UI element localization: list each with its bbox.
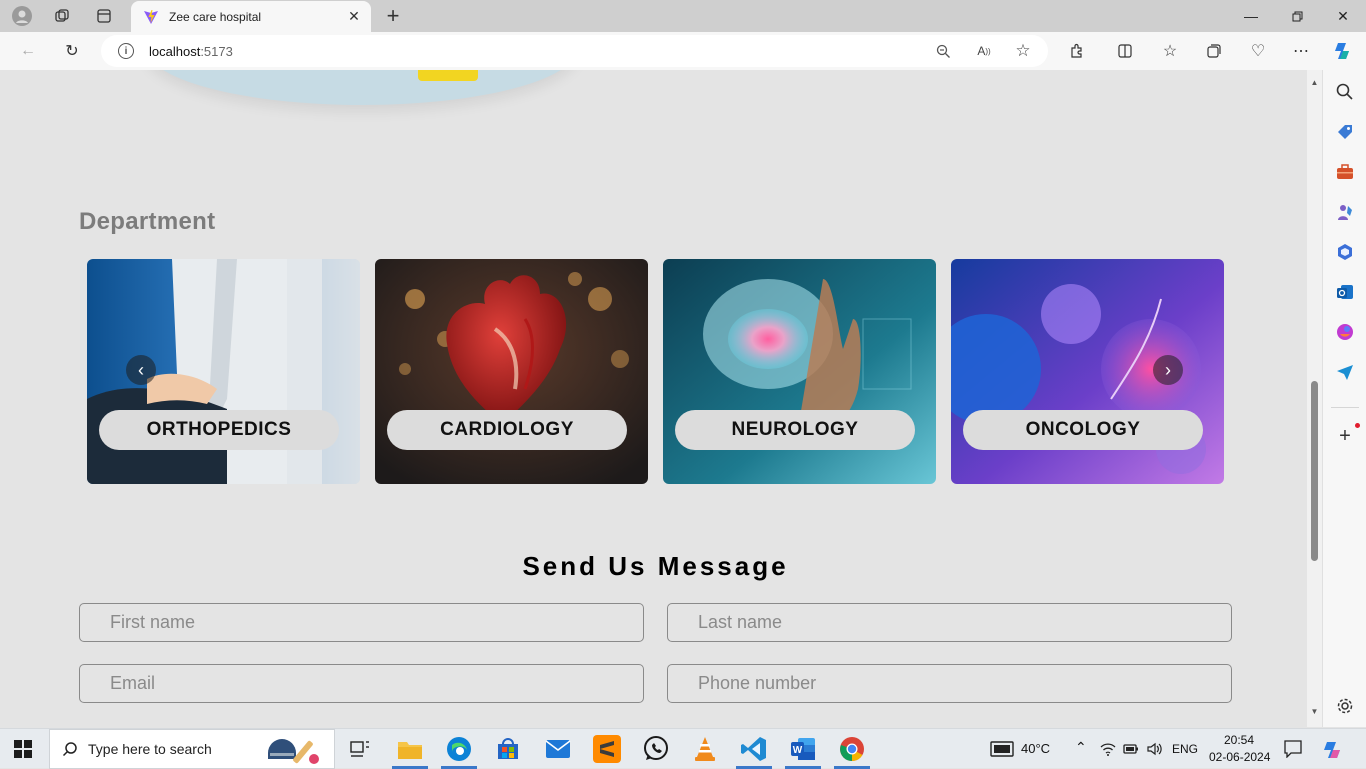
browser-essentials-icon[interactable]: ♡ xyxy=(1244,38,1272,64)
taskbar-search-placeholder: Type here to search xyxy=(88,741,212,757)
page-viewport: Department ORTHOPEDICS CARDIOLOGY NEUROL… xyxy=(4,70,1307,727)
sidebar-settings-gear-icon[interactable] xyxy=(1335,696,1355,716)
back-button[interactable]: ← xyxy=(14,38,42,64)
settings-more-icon[interactable]: ⋯ xyxy=(1287,38,1315,64)
department-heading: Department xyxy=(79,208,216,235)
cardiology-image xyxy=(375,259,648,484)
volume-icon[interactable] xyxy=(1146,741,1162,762)
sidebar-send-icon[interactable] xyxy=(1335,362,1355,382)
sidebar-search-icon[interactable] xyxy=(1335,82,1355,102)
wifi-icon[interactable] xyxy=(1100,741,1116,762)
task-view-icon[interactable] xyxy=(346,735,374,763)
windows-start-icon[interactable] xyxy=(14,740,32,758)
read-aloud-icon[interactable]: A)) xyxy=(974,42,994,60)
search-icon xyxy=(62,742,77,757)
department-card-cardiology[interactable]: CARDIOLOGY xyxy=(375,259,648,484)
new-tab-button[interactable]: + xyxy=(380,2,406,30)
carousel-next-button[interactable]: › xyxy=(1153,355,1183,385)
split-screen-icon[interactable] xyxy=(1111,38,1139,64)
scroll-thumb[interactable] xyxy=(1311,381,1318,561)
clock-time[interactable]: 20:54 xyxy=(1224,733,1254,747)
browser-title-bar: Zee care hospital ✕ + — ✕ xyxy=(0,0,1366,32)
minimize-button[interactable]: — xyxy=(1228,0,1274,32)
department-card-oncology[interactable]: ONCOLOGY xyxy=(951,259,1224,484)
notification-dot xyxy=(1355,423,1360,428)
department-label: ONCOLOGY xyxy=(963,410,1203,450)
restore-button[interactable] xyxy=(1274,0,1320,32)
close-window-button[interactable]: ✕ xyxy=(1320,0,1366,32)
browser-toolbar: ← ↻ i localhost:5173 A)) ☆ ☆ ♡ ⋯ xyxy=(0,32,1366,70)
favorite-star-icon[interactable]: ☆ xyxy=(1013,41,1033,60)
edge-browser-icon[interactable] xyxy=(445,735,473,763)
department-label: ORTHOPEDICS xyxy=(99,410,339,450)
phone-number-input[interactable] xyxy=(667,664,1232,703)
sidebar-outlook-icon[interactable] xyxy=(1335,282,1355,302)
profile-icon[interactable] xyxy=(2,0,42,32)
windows-taskbar: Type here to search W 40°C ⌃ ENG 20:54 0… xyxy=(0,728,1366,769)
weather-temperature[interactable]: 40°C xyxy=(1021,741,1050,756)
url-host: localhost xyxy=(149,43,201,59)
department-card-neurology[interactable]: NEUROLOGY xyxy=(663,259,936,484)
site-info-icon[interactable]: i xyxy=(118,43,134,59)
sidebar-shopping-icon[interactable] xyxy=(1335,122,1355,142)
sidebar-add-icon[interactable]: + xyxy=(1335,425,1355,447)
vlc-player-icon[interactable] xyxy=(691,735,719,763)
oncology-image xyxy=(951,259,1224,484)
email-input[interactable] xyxy=(79,664,644,703)
file-explorer-icon[interactable] xyxy=(396,735,424,763)
sidebar-tools-icon[interactable] xyxy=(1335,162,1355,182)
department-label: NEUROLOGY xyxy=(675,410,915,450)
vscode-icon[interactable] xyxy=(740,735,768,763)
sublime-text-icon[interactable] xyxy=(593,735,621,763)
neurology-image xyxy=(663,259,936,484)
weather-icon[interactable] xyxy=(990,741,1014,762)
zoom-out-icon[interactable] xyxy=(933,42,953,60)
tab-active[interactable]: Zee care hospital ✕ xyxy=(131,1,371,32)
scroll-down-arrow-icon[interactable]: ▼ xyxy=(1310,707,1319,716)
scroll-up-arrow-icon[interactable]: ▲ xyxy=(1310,78,1319,87)
collections-icon[interactable] xyxy=(1200,38,1228,64)
sidebar-divider xyxy=(1331,407,1359,408)
chrome-icon[interactable] xyxy=(838,735,866,763)
copilot-taskbar-icon[interactable] xyxy=(1322,739,1344,766)
clock-date[interactable]: 02-06-2024 xyxy=(1209,750,1270,764)
battery-icon[interactable] xyxy=(1123,741,1139,762)
sidebar-copilot-designer-icon[interactable] xyxy=(1335,322,1355,342)
whatsapp-icon[interactable] xyxy=(642,735,670,763)
address-bar[interactable]: i localhost:5173 A)) ☆ xyxy=(101,35,1048,67)
url-port: :5173 xyxy=(200,43,233,59)
microsoft-store-icon[interactable] xyxy=(494,735,522,763)
hero-image-object xyxy=(418,70,478,81)
tab-title: Zee care hospital xyxy=(169,9,262,24)
favorites-icon[interactable]: ☆ xyxy=(1156,38,1184,64)
svg-text:W: W xyxy=(793,745,803,756)
show-hidden-icons-chevron-up-icon[interactable]: ⌃ xyxy=(1075,739,1087,756)
refresh-button[interactable]: ↻ xyxy=(58,38,86,64)
extensions-icon[interactable] xyxy=(1063,38,1091,64)
taskbar-search-box[interactable]: Type here to search xyxy=(49,729,335,769)
workspaces-icon[interactable] xyxy=(42,0,82,32)
input-language[interactable]: ENG xyxy=(1172,742,1198,756)
cricket-search-highlight-icon xyxy=(268,739,319,764)
tab-actions-icon[interactable] xyxy=(84,0,124,32)
page-scrollbar[interactable]: ▲ ▼ xyxy=(1307,70,1322,727)
last-name-input[interactable] xyxy=(667,603,1232,642)
vite-favicon-icon xyxy=(144,9,158,24)
notifications-icon[interactable] xyxy=(1284,740,1302,763)
close-tab-icon[interactable]: ✕ xyxy=(345,7,363,25)
first-name-input[interactable] xyxy=(79,603,644,642)
carousel-prev-button[interactable]: ‹ xyxy=(126,355,156,385)
microsoft-word-icon[interactable]: W xyxy=(789,735,817,763)
mail-icon[interactable] xyxy=(544,735,572,763)
send-message-heading: Send Us Message xyxy=(522,551,789,581)
hero-image-platform xyxy=(146,70,578,105)
department-label: CARDIOLOGY xyxy=(387,410,627,450)
sidebar-microsoft365-icon[interactable] xyxy=(1335,242,1355,262)
edge-sidebar: + xyxy=(1322,70,1366,727)
sidebar-games-icon[interactable] xyxy=(1335,202,1355,222)
copilot-icon[interactable] xyxy=(1329,38,1357,64)
